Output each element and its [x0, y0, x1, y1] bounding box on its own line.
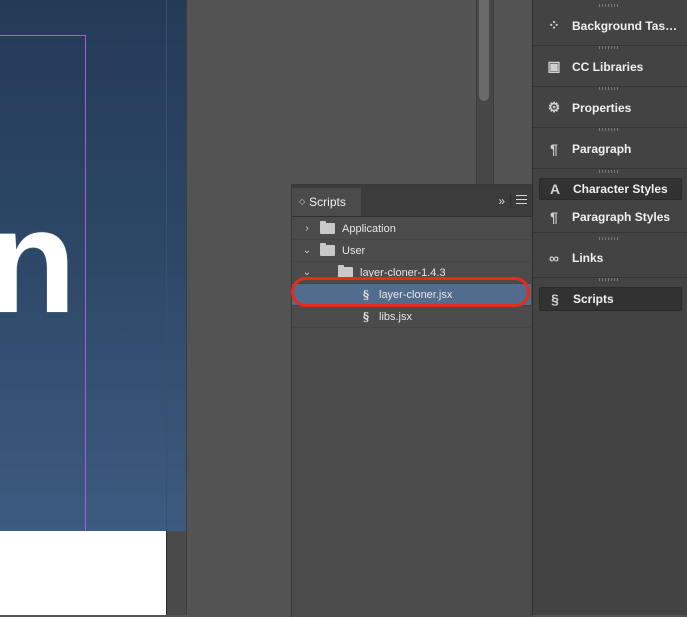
- panel-menu-icon[interactable]: [516, 195, 527, 207]
- character-styles-icon: A: [549, 181, 561, 197]
- dock-item-links[interactable]: ∞ Links: [533, 238, 687, 278]
- dock-item-label: Character Styles: [573, 182, 668, 196]
- tree-item-application[interactable]: › Application: [292, 218, 531, 240]
- chevron-right-icon[interactable]: ›: [302, 223, 312, 234]
- dock-item-label: Scripts: [573, 292, 614, 306]
- pasteboard-white-area: [0, 531, 166, 615]
- dock-item-character-styles[interactable]: A Character Styles: [539, 178, 682, 200]
- tab-scripts[interactable]: ◇ Scripts: [292, 188, 361, 216]
- tree-item-label: User: [342, 244, 366, 257]
- highlight-annotation-ring: [291, 277, 530, 307]
- tree-item-user[interactable]: ⌄ User: [292, 240, 531, 262]
- collapse-panel-icon[interactable]: »: [498, 194, 505, 208]
- dock-item-label: Paragraph: [572, 141, 632, 156]
- script-file-icon: §: [362, 309, 370, 324]
- dock-item-cc-libraries[interactable]: ▣ CC Libraries: [533, 47, 687, 87]
- dock-item-label: Background Tas…: [572, 18, 678, 33]
- folder-icon: [320, 221, 335, 234]
- canvas-gutter: [166, 531, 187, 615]
- tab-resize-arrows-icon: ◇: [299, 197, 306, 206]
- paragraph-styles-icon: ¶: [550, 208, 558, 225]
- background-tasks-icon: ⁘: [548, 17, 560, 33]
- dock-item-paragraph-styles[interactable]: ¶ Paragraph Styles: [533, 201, 687, 233]
- dock-grip[interactable]: [599, 170, 619, 173]
- paragraph-icon: ¶: [550, 140, 558, 157]
- folder-icon: [320, 243, 335, 256]
- links-icon: ∞: [549, 249, 559, 266]
- properties-icon: ⚙: [547, 99, 561, 115]
- page-edge-guide: [166, 0, 167, 531]
- tree-item-libs-jsx[interactable]: § libs.jsx: [292, 306, 531, 328]
- document-text-frame[interactable]: n: [0, 188, 76, 336]
- scripts-icon: §: [551, 291, 559, 307]
- dock-item-label: Links: [572, 250, 604, 265]
- dock-item-label: CC Libraries: [572, 59, 644, 74]
- header-divider: [510, 194, 511, 208]
- cc-libraries-icon: ▣: [547, 58, 561, 74]
- dock-item-background-tasks[interactable]: ⁘ Background Tas…: [533, 6, 687, 46]
- chevron-down-icon[interactable]: ⌄: [302, 245, 312, 256]
- dock-item-properties[interactable]: ⚙ Properties: [533, 88, 687, 128]
- tab-scripts-label: Scripts: [309, 195, 346, 209]
- tree-item-label: libs.jsx: [379, 310, 413, 323]
- dock-item-label: Paragraph Styles: [572, 209, 671, 224]
- tree-item-label: Application: [342, 222, 396, 235]
- right-panel-dock: ⁘ Background Tas… ▣ CC Libraries ⚙ Prope…: [532, 0, 687, 615]
- dock-item-paragraph[interactable]: ¶ Paragraph: [533, 129, 687, 169]
- dock-item-scripts[interactable]: § Scripts: [539, 287, 682, 311]
- margin-guide-horizontal: [0, 35, 86, 36]
- document-canvas[interactable]: n: [0, 0, 187, 615]
- margin-guide-vertical: [85, 35, 86, 615]
- dock-item-label: Properties: [572, 100, 632, 115]
- scripts-panel: ◇ Scripts » › Application ⌄ User ⌄ layer…: [291, 184, 533, 617]
- vertical-scrollbar-thumb[interactable]: [479, 0, 489, 101]
- dock-grip[interactable]: [599, 278, 619, 281]
- scripts-panel-header: ◇ Scripts »: [292, 186, 533, 217]
